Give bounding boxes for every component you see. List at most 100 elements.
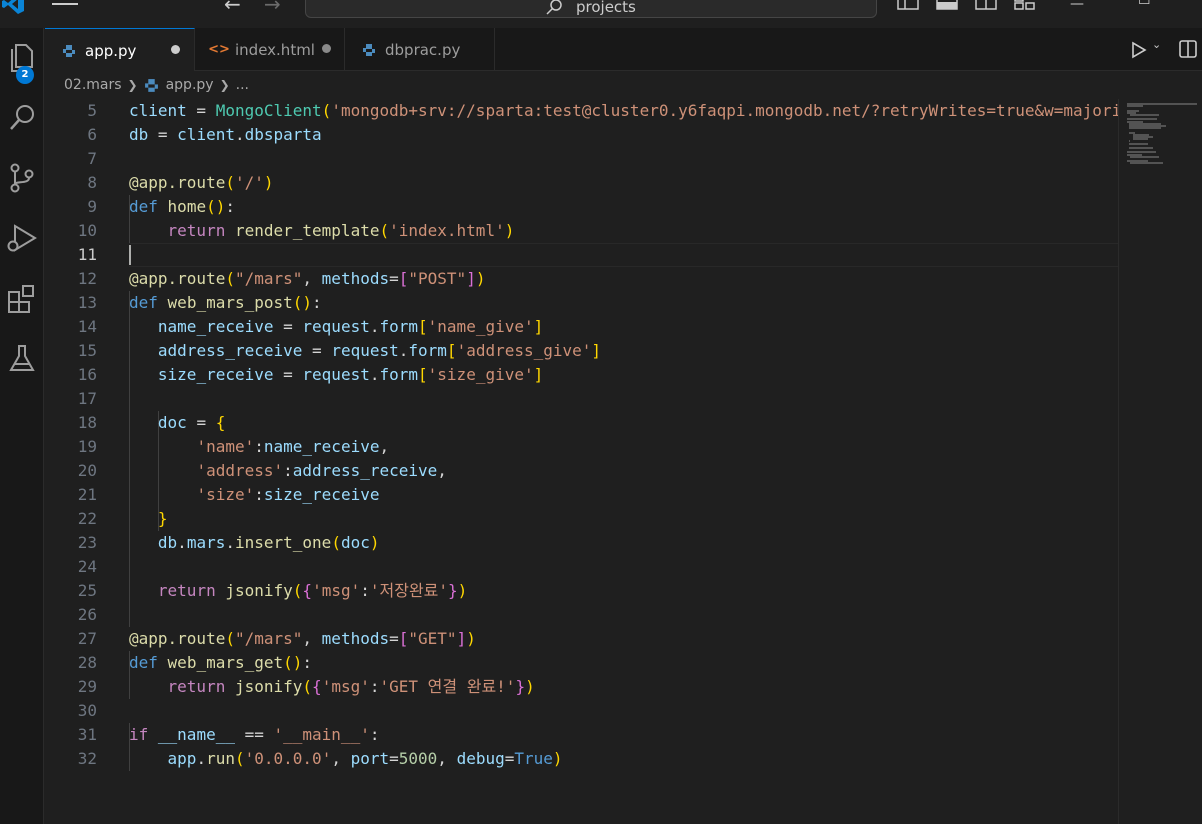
code-line[interactable]: 32 app.run('0.0.0.0', port=5000, debug=T… <box>45 747 1118 771</box>
line-number: 27 <box>77 629 97 648</box>
run-debug-icon <box>7 224 37 252</box>
code-line[interactable]: 8 @app.route('/') <box>45 171 1118 195</box>
line-code: if __name__ == '__main__': <box>129 725 380 744</box>
command-center-search[interactable]: projects <box>305 0 877 18</box>
forward-arrow-icon[interactable]: → <box>264 0 281 16</box>
code-line[interactable]: 19 'name':name_receive, <box>45 435 1118 459</box>
toggle-secondary-sidebar-icon[interactable] <box>975 0 997 10</box>
minimap[interactable] <box>1118 99 1202 824</box>
line-code: 'address':address_receive, <box>196 461 447 480</box>
code-line[interactable]: 7 <box>45 147 1118 171</box>
line-number: 23 <box>77 533 97 552</box>
code-line[interactable]: 12 @app.route("/mars", methods=["POST"]) <box>45 267 1118 291</box>
unsaved-dot-icon[interactable] <box>171 45 180 54</box>
line-number: 15 <box>77 341 97 360</box>
python-icon <box>144 78 158 92</box>
unsaved-dot-icon[interactable] <box>322 44 331 53</box>
line-code: return jsonify({'msg':'GET 연결 완료!'}) <box>167 677 535 696</box>
tab-dbprac-py[interactable]: dbprac.py <box>345 28 495 71</box>
line-code: client = MongoClient('mongodb+srv://spar… <box>129 101 1118 120</box>
line-code: address_receive = request.form['address_… <box>157 341 602 360</box>
line-number: 30 <box>77 701 97 720</box>
line-code: app.run('0.0.0.0', port=5000, debug=True… <box>167 749 563 768</box>
line-code: doc = { <box>157 413 226 432</box>
code-line[interactable]: 14 name_receive = request.form['name_giv… <box>45 315 1118 339</box>
explorer-button[interactable]: 2 <box>0 34 44 84</box>
search-text: projects <box>576 0 636 16</box>
code-line[interactable]: 21 'size':size_receive <box>45 483 1118 507</box>
code-line[interactable]: 24 <box>45 555 1118 579</box>
code-line[interactable]: 17 <box>45 387 1118 411</box>
menu-icon[interactable] <box>52 0 78 10</box>
code-line[interactable]: 30 <box>45 699 1118 723</box>
source-control-button[interactable] <box>0 154 44 202</box>
explorer-badge: 2 <box>16 66 34 84</box>
code-line[interactable]: 31 if __name__ == '__main__': <box>45 723 1118 747</box>
code-line[interactable]: 27 @app.route("/mars", methods=["GET"]) <box>45 627 1118 651</box>
minimap-line <box>1132 138 1148 141</box>
breadcrumb-folder[interactable]: 02.mars <box>64 77 122 93</box>
code-line[interactable]: 28 def web_mars_get(): <box>45 651 1118 675</box>
python-icon <box>361 42 377 58</box>
code-line[interactable]: 26 <box>45 603 1118 627</box>
code-line[interactable]: 29 return jsonify({'msg':'GET 연결 완료!'}) <box>45 675 1118 699</box>
code-line[interactable]: 13 def web_mars_post(): <box>45 291 1118 315</box>
chevron-right-icon: ❯ <box>127 78 138 92</box>
maximize-icon[interactable]: ☐ <box>1138 0 1151 8</box>
line-code: @app.route("/mars", methods=["GET"]) <box>129 629 476 648</box>
breadcrumb-file[interactable]: app.py <box>166 77 214 93</box>
search-icon <box>10 105 34 130</box>
toggle-panel-icon[interactable] <box>936 0 958 10</box>
extensions-button[interactable] <box>0 274 44 322</box>
extensions-icon <box>8 285 34 313</box>
code-line[interactable]: 5 client = MongoClient('mongodb+srv://spa… <box>45 99 1118 123</box>
breadcrumb: 02.mars ❯ app.py ❯ ... <box>45 71 1202 99</box>
code-line[interactable]: 23 db.mars.insert_one(doc) <box>45 531 1118 555</box>
run-debug-button[interactable] <box>0 214 44 262</box>
line-code: 'name':name_receive, <box>196 437 390 456</box>
customize-layout-icon[interactable] <box>1014 0 1036 10</box>
line-code: def web_mars_post(): <box>129 293 322 312</box>
back-arrow-icon[interactable]: ← <box>224 0 241 16</box>
code-line[interactable]: 15 address_receive = request.form['addre… <box>45 339 1118 363</box>
chevron-down-icon[interactable]: ⌄ <box>1152 38 1161 51</box>
line-number: 20 <box>77 461 97 480</box>
breadcrumb-symbol[interactable]: ... <box>236 77 249 93</box>
code-line[interactable]: 20 'address':address_receive, <box>45 459 1118 483</box>
code-line[interactable]: 18 doc = { <box>45 411 1118 435</box>
line-code: def web_mars_get(): <box>129 653 313 672</box>
testing-icon <box>9 345 35 371</box>
source-control-icon <box>10 163 34 193</box>
run-icon[interactable] <box>1131 41 1147 59</box>
code-line[interactable]: 16 size_receive = request.form['size_giv… <box>45 363 1118 387</box>
line-code: @app.route('/') <box>129 173 274 192</box>
line-number: 31 <box>77 725 97 744</box>
code-line[interactable]: 22 } <box>45 507 1118 531</box>
text-cursor <box>129 245 131 265</box>
code-line[interactable]: 9 def home(): <box>45 195 1118 219</box>
code-line[interactable]: 11 <box>45 243 1118 267</box>
line-code: return jsonify({'msg':'저장완료'}) <box>157 581 468 600</box>
code-line[interactable]: 6 db = client.dbsparta <box>45 123 1118 147</box>
line-code: db.mars.insert_one(doc) <box>157 533 380 552</box>
code-line[interactable]: 10 return render_template('index.html') <box>45 219 1118 243</box>
line-number: 28 <box>77 653 97 672</box>
search-button[interactable] <box>0 94 44 142</box>
line-code: db = client.dbsparta <box>129 125 322 144</box>
code-line[interactable]: 25 return jsonify({'msg':'저장완료'}) <box>45 579 1118 603</box>
minimap-line <box>1129 127 1162 130</box>
tab-index-html[interactable]: <> index.html <box>195 28 345 71</box>
line-number: 18 <box>77 413 97 432</box>
line-code: @app.route("/mars", methods=["POST"]) <box>129 269 486 288</box>
split-editor-icon[interactable] <box>1179 40 1197 58</box>
line-code: size_receive = request.form['size_give'] <box>157 365 544 384</box>
code-editor[interactable]: 5 client = MongoClient('mongodb+srv://spa… <box>45 99 1118 824</box>
line-code: def home(): <box>129 197 235 216</box>
minimize-icon[interactable]: — <box>1070 0 1084 12</box>
tab-app-py[interactable]: app.py <box>45 28 195 72</box>
testing-button[interactable] <box>0 334 44 382</box>
line-number: 19 <box>77 437 97 456</box>
line-code: name_receive = request.form['name_give'] <box>157 317 544 336</box>
toggle-sidebar-icon[interactable] <box>897 0 919 10</box>
minimap-line <box>1130 155 1159 158</box>
